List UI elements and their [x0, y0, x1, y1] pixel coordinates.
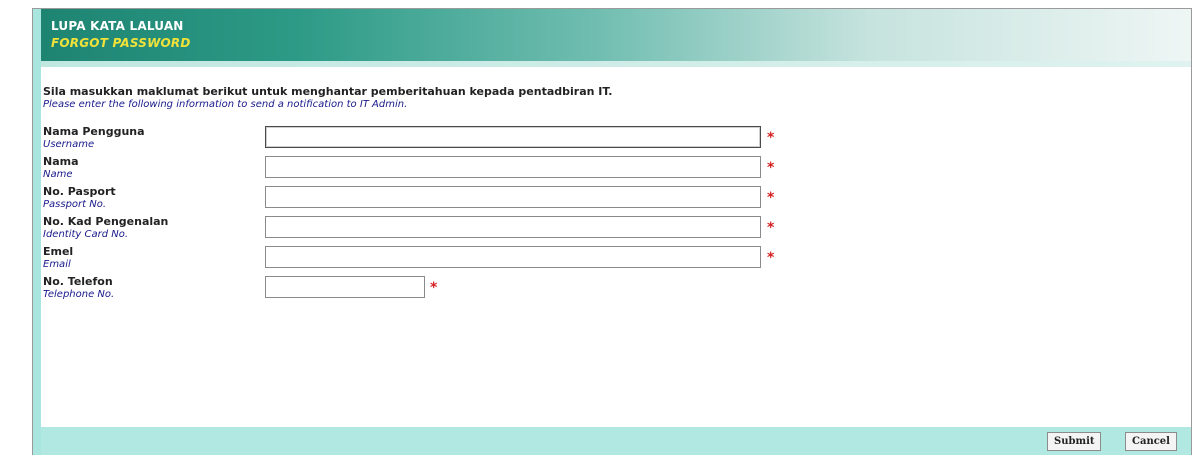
page-title-ms: LUPA KATA LALUAN [51, 19, 184, 33]
identity-card-label-ms: No. Kad Pengenalan [43, 215, 169, 228]
instructions: Sila masukkan maklumat berikut untuk men… [43, 85, 1143, 110]
telephone-label-ms: No. Telefon [43, 275, 113, 288]
username-input[interactable] [265, 126, 761, 148]
username-label: Nama Pengguna Username [43, 125, 263, 151]
identity-card-label: No. Kad Pengenalan Identity Card No. [43, 215, 263, 241]
submit-button[interactable]: Submit [1047, 432, 1102, 451]
passport-label-ms: No. Pasport [43, 185, 116, 198]
passport-input[interactable] [265, 186, 761, 208]
email-label: Emel Email [43, 245, 263, 271]
name-label-en: Name [43, 169, 73, 180]
header-divider [41, 61, 1191, 67]
panel-header: LUPA KATA LALUAN FORGOT PASSWORD [41, 9, 1191, 61]
email-required-marker: * [767, 250, 775, 266]
page-title-en: FORGOT PASSWORD [51, 36, 191, 50]
left-rail [33, 9, 41, 455]
cancel-button[interactable]: Cancel [1125, 432, 1177, 451]
telephone-required-marker: * [430, 280, 438, 296]
identity-card-input[interactable] [265, 216, 761, 238]
username-label-en: Username [43, 139, 95, 150]
forgot-password-panel: LUPA KATA LALUAN FORGOT PASSWORD Sila ma… [32, 8, 1192, 455]
instructions-en: Please enter the following information t… [43, 99, 408, 110]
username-label-ms: Nama Pengguna [43, 125, 145, 138]
name-label: Nama Name [43, 155, 263, 181]
telephone-label-en: Telephone No. [43, 289, 115, 300]
name-label-ms: Nama [43, 155, 79, 168]
username-required-marker: * [767, 130, 775, 146]
name-required-marker: * [767, 160, 775, 176]
telephone-input[interactable] [265, 276, 425, 298]
instructions-ms: Sila masukkan maklumat berikut untuk men… [43, 85, 613, 98]
email-input[interactable] [265, 246, 761, 268]
identity-card-required-marker: * [767, 220, 775, 236]
action-bar [41, 427, 1191, 455]
passport-label: No. Pasport Passport No. [43, 185, 263, 211]
passport-label-en: Passport No. [43, 199, 107, 210]
telephone-label: No. Telefon Telephone No. [43, 275, 263, 301]
passport-required-marker: * [767, 190, 775, 206]
email-label-en: Email [43, 259, 71, 270]
identity-card-label-en: Identity Card No. [43, 229, 129, 240]
name-input[interactable] [265, 156, 761, 178]
email-label-ms: Emel [43, 245, 74, 258]
